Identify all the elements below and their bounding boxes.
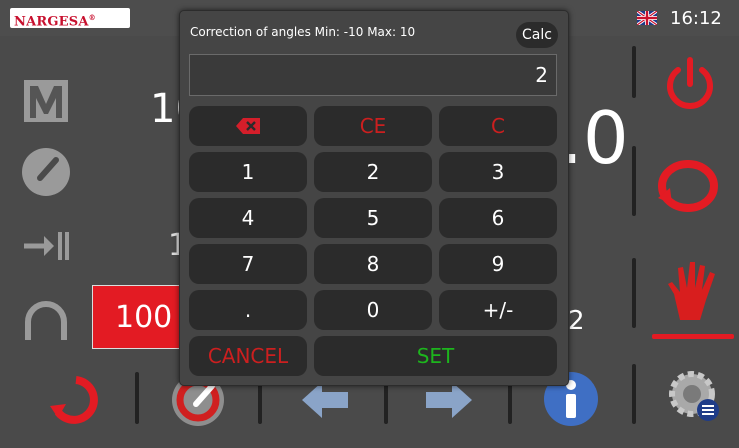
- key-plus-minus[interactable]: +/-: [439, 290, 557, 330]
- backspace-icon: [236, 118, 260, 134]
- rotate-ccw-icon[interactable]: [46, 374, 104, 424]
- cycle-icon[interactable]: [656, 158, 720, 214]
- key-2[interactable]: 2: [314, 152, 432, 192]
- arrow-right-icon[interactable]: [424, 380, 474, 420]
- key-3[interactable]: 3: [439, 152, 557, 192]
- angle-gauge-icon[interactable]: [20, 146, 72, 198]
- hand-stop-icon[interactable]: [662, 258, 722, 324]
- key-9[interactable]: 9: [439, 244, 557, 284]
- set-button[interactable]: SET: [314, 336, 557, 376]
- separator: [632, 46, 636, 98]
- clock: 16:12: [670, 8, 722, 29]
- red-field-value: 100: [115, 299, 173, 335]
- key-1[interactable]: 1: [189, 152, 307, 192]
- key-5[interactable]: 5: [314, 198, 432, 238]
- settings-gear-icon[interactable]: [664, 368, 724, 424]
- key-7[interactable]: 7: [189, 244, 307, 284]
- bg-big-value: .0: [560, 96, 629, 180]
- backgauge-position-icon[interactable]: [20, 220, 72, 272]
- key-decimal[interactable]: .: [189, 290, 307, 330]
- red-value-field[interactable]: 100: [92, 285, 182, 349]
- separator: [632, 146, 636, 216]
- separator: [632, 258, 636, 328]
- key-4[interactable]: 4: [189, 198, 307, 238]
- uk-flag-icon[interactable]: [637, 11, 657, 25]
- power-icon[interactable]: [660, 54, 720, 114]
- brand-logo: NARGESA®: [10, 8, 130, 30]
- separator: [632, 364, 636, 424]
- backspace-button[interactable]: [189, 106, 307, 146]
- dialog-title: Correction of angles Min: -10 Max: 10: [190, 25, 416, 39]
- key-0[interactable]: 0: [314, 290, 432, 330]
- active-indicator: [652, 334, 734, 339]
- separator: [135, 372, 139, 424]
- brand-name: NARGESA: [14, 14, 89, 30]
- numeric-input-dialog: Correction of angles Min: -10 Max: 10 Ca…: [179, 10, 569, 386]
- cancel-button[interactable]: CANCEL: [189, 336, 307, 376]
- key-6[interactable]: 6: [439, 198, 557, 238]
- manual-mode-icon[interactable]: [20, 74, 72, 126]
- arrow-left-icon[interactable]: [300, 380, 350, 420]
- value-display[interactable]: 2: [189, 54, 557, 96]
- calc-button[interactable]: Calc: [516, 22, 558, 48]
- key-8[interactable]: 8: [314, 244, 432, 284]
- c-button[interactable]: C: [439, 106, 557, 146]
- bg-value-right: 2: [568, 306, 585, 336]
- ce-button[interactable]: CE: [314, 106, 432, 146]
- bend-radius-icon[interactable]: [20, 292, 72, 344]
